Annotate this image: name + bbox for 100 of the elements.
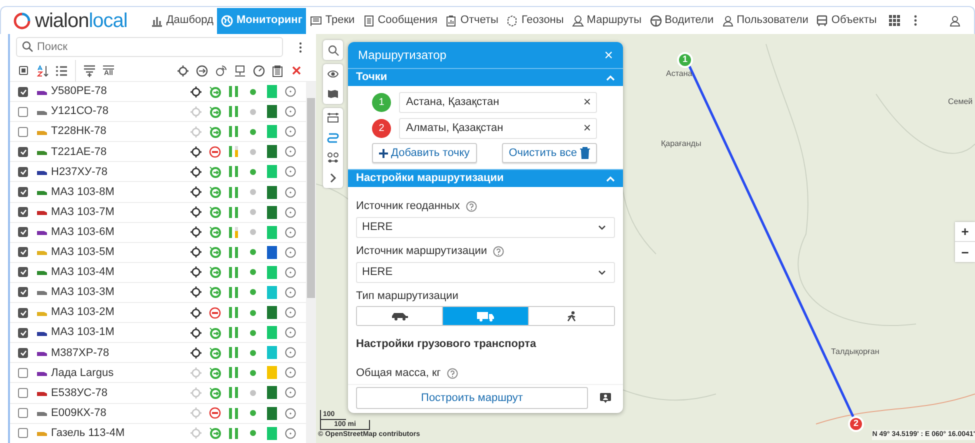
route-point-marker[interactable]: 2 — [848, 416, 864, 432]
clear-button[interactable]: × — [583, 94, 591, 108]
unit-row[interactable]: МАЗ 103-5М — [10, 242, 306, 263]
unit-checkbox[interactable] — [18, 428, 28, 438]
build-route-button[interactable]: Построить маршрут — [356, 387, 588, 409]
menu-circle-icon[interactable] — [285, 387, 296, 398]
unit-checkbox[interactable] — [18, 368, 28, 378]
more-icon[interactable] — [914, 15, 917, 26]
nav-tab[interactable]: Сообщения — [358, 8, 442, 34]
unit-row[interactable]: МАЗ 103-4М — [10, 262, 306, 283]
clear-button[interactable]: × — [583, 120, 591, 134]
crosshair-icon[interactable] — [190, 86, 202, 98]
add-filter-icon[interactable] — [84, 64, 95, 76]
menu-circle-icon[interactable] — [285, 86, 296, 98]
crosshair-icon[interactable] — [190, 266, 202, 278]
menu-circle-icon[interactable] — [285, 166, 296, 178]
user-icon[interactable] — [948, 14, 961, 26]
nav-tab[interactable]: Дашборд — [147, 8, 218, 34]
unit-row[interactable]: МАЗ 103-1М — [10, 323, 306, 344]
crosshair-icon[interactable] — [190, 346, 202, 359]
help-icon[interactable] — [446, 368, 458, 379]
nav-tab[interactable]: Треки — [306, 8, 359, 34]
more-icon[interactable] — [299, 42, 302, 52]
unit-row[interactable]: М387ХР-78 — [10, 343, 306, 364]
menu-circle-icon[interactable] — [285, 266, 296, 278]
unit-row[interactable]: МАЗ 103-2М — [10, 303, 306, 324]
unit-checkbox[interactable] — [18, 166, 28, 177]
add-point-button[interactable]: Добавить точку — [372, 143, 477, 163]
unit-checkbox[interactable] — [18, 267, 28, 278]
unit-checkbox[interactable] — [18, 348, 28, 358]
unit-checkbox[interactable] — [18, 106, 28, 117]
menu-circle-icon[interactable] — [285, 367, 296, 378]
menu-circle-icon[interactable] — [285, 307, 296, 318]
crosshair-icon[interactable] — [190, 286, 202, 298]
nav-tab[interactable]: Геозоны — [502, 8, 568, 34]
nav-tab[interactable]: Пользователи — [718, 8, 812, 34]
nav-tab[interactable]: Объекты — [812, 8, 881, 34]
menu-circle-icon[interactable] — [285, 408, 296, 419]
unit-checkbox[interactable] — [18, 86, 28, 97]
help-icon[interactable] — [493, 246, 504, 256]
clear-all-button[interactable]: Очистить все — [502, 143, 597, 163]
select-field[interactable]: HERE — [356, 217, 615, 238]
menu-circle-icon[interactable] — [285, 347, 296, 358]
unit-checkbox[interactable] — [18, 287, 28, 298]
unit-row[interactable]: Е009КХ-78 — [10, 404, 306, 424]
delete-icon[interactable] — [292, 66, 301, 75]
crosshair-icon[interactable] — [190, 206, 202, 218]
crosshair-icon[interactable] — [190, 186, 202, 198]
nav-tab[interactable]: Маршруты — [568, 8, 646, 34]
unit-checkbox[interactable] — [18, 146, 28, 157]
apps-grid-icon[interactable] — [888, 15, 900, 26]
crosshair-icon[interactable] — [190, 306, 202, 319]
crosshair-icon[interactable] — [190, 326, 202, 339]
unit-row[interactable]: У121СО-78 — [10, 102, 306, 122]
unit-row[interactable]: МАЗ 103-7М — [10, 202, 306, 223]
unit-row[interactable]: Лада Largus — [10, 363, 306, 384]
crosshair-icon[interactable] — [176, 64, 188, 76]
menu-circle-icon[interactable] — [285, 286, 296, 298]
menu-circle-icon[interactable] — [285, 126, 296, 138]
crosshair-icon[interactable] — [190, 226, 202, 238]
menu-circle-icon[interactable] — [285, 428, 296, 439]
unit-row[interactable]: МАЗ 103-8М — [10, 182, 306, 203]
unit-checkbox[interactable] — [18, 227, 28, 238]
unit-checkbox[interactable] — [18, 328, 28, 338]
nav-tab[interactable]: Отчеты — [441, 8, 502, 34]
collapse-button[interactable] — [606, 74, 615, 80]
unit-checkbox[interactable] — [18, 247, 28, 258]
unit-row[interactable]: МАЗ 103-3М — [10, 282, 306, 304]
unit-row[interactable]: У580РЕ-78 — [10, 82, 306, 102]
menu-circle-icon[interactable] — [285, 327, 296, 338]
select-all-checkbox-icon[interactable] — [19, 66, 28, 75]
menu-circle-icon[interactable] — [285, 106, 296, 118]
unit-checkbox[interactable] — [18, 207, 28, 218]
select-field[interactable]: HERE — [356, 262, 615, 283]
unit-checkbox[interactable] — [18, 388, 28, 398]
list-icon[interactable] — [56, 66, 67, 76]
satellite-icon[interactable] — [214, 64, 226, 76]
crosshair-icon[interactable] — [190, 246, 202, 258]
sort-icon[interactable] — [36, 64, 48, 76]
unit-row[interactable]: Т221АЕ-78 — [10, 142, 306, 162]
search-field[interactable]: Поиск — [16, 37, 283, 57]
speedometer-icon[interactable] — [252, 64, 264, 76]
unit-checkbox[interactable] — [18, 308, 28, 318]
unit-checkbox[interactable] — [18, 408, 28, 418]
zoom-in-button[interactable]: + — [955, 222, 975, 242]
menu-circle-icon[interactable] — [285, 206, 296, 218]
arrow-circle-icon[interactable] — [196, 64, 208, 76]
unit-checkbox[interactable] — [18, 187, 28, 198]
unit-row[interactable]: МАЗ 103-6М — [10, 222, 306, 243]
menu-circle-icon[interactable] — [285, 226, 296, 238]
nav-tab[interactable]: Водители — [646, 8, 718, 34]
collapse-button[interactable] — [606, 176, 615, 182]
crosshair-icon[interactable] — [190, 166, 202, 178]
crosshair-icon[interactable] — [190, 146, 202, 158]
computer-icon[interactable] — [234, 64, 246, 76]
unit-checkbox[interactable] — [18, 126, 28, 137]
clipboard-icon[interactable] — [272, 64, 283, 76]
unit-row[interactable]: Е538УС-78 — [10, 383, 306, 404]
menu-circle-icon[interactable] — [285, 186, 296, 198]
menu-circle-icon[interactable] — [285, 246, 296, 258]
